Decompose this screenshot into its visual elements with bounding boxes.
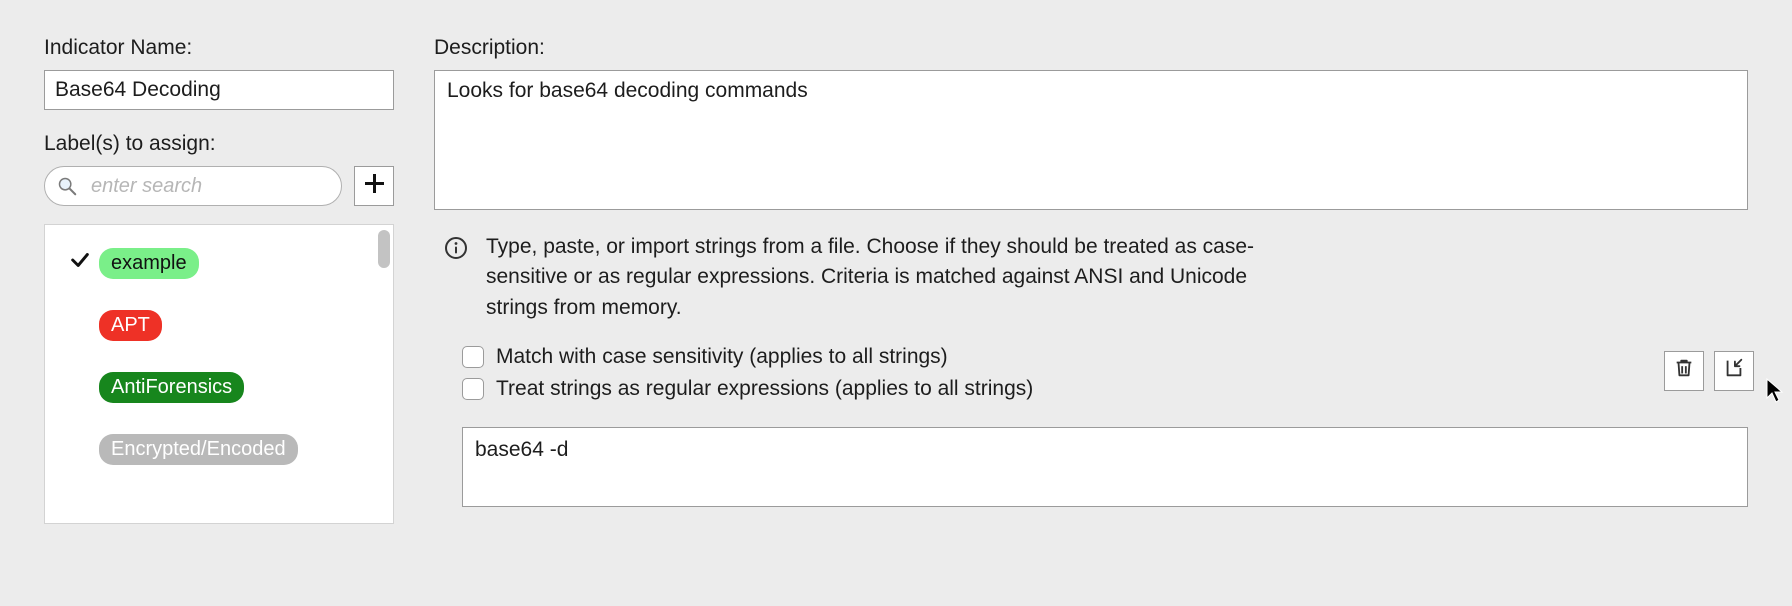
import-button[interactable]	[1714, 351, 1754, 391]
regex-option[interactable]: Treat strings as regular expressions (ap…	[462, 377, 1664, 401]
trash-icon	[1673, 357, 1695, 385]
label-pill: APT	[99, 310, 162, 341]
info-text: Type, paste, or import strings from a fi…	[486, 232, 1286, 323]
cursor-icon	[1766, 378, 1784, 404]
scrollbar[interactable]	[378, 230, 390, 268]
checkbox[interactable]	[462, 346, 484, 368]
delete-button[interactable]	[1664, 351, 1704, 391]
search-icon	[56, 175, 78, 197]
indicator-name-label: Indicator Name:	[44, 36, 394, 60]
label-pill: AntiForensics	[99, 372, 244, 403]
strings-input[interactable]: base64 -d	[462, 427, 1748, 507]
regex-label: Treat strings as regular expressions (ap…	[496, 377, 1033, 401]
description-input[interactable]	[434, 70, 1748, 210]
label-row-antiforensics[interactable]: AntiForensics	[57, 363, 381, 411]
label-pill: example	[99, 248, 199, 279]
case-sensitivity-label: Match with case sensitivity (applies to …	[496, 345, 948, 369]
label-row-encrypted[interactable]: Encrypted/Encoded	[57, 425, 381, 473]
label-pill: Encrypted/Encoded	[99, 434, 298, 465]
case-sensitivity-option[interactable]: Match with case sensitivity (applies to …	[462, 345, 1664, 369]
info-icon	[444, 236, 468, 260]
label-list[interactable]: example APT AntiForensics Encrypted/Enco…	[44, 224, 394, 524]
add-label-button[interactable]	[354, 166, 394, 206]
plus-icon	[362, 171, 386, 201]
label-row-apt[interactable]: APT	[57, 301, 381, 349]
description-label: Description:	[434, 36, 1748, 60]
indicator-name-input[interactable]	[44, 70, 394, 110]
checkmark-icon	[69, 249, 91, 277]
import-icon	[1723, 357, 1745, 385]
checkbox[interactable]	[462, 378, 484, 400]
label-search-input[interactable]	[44, 166, 342, 206]
labels-assign-label: Label(s) to assign:	[44, 132, 394, 156]
label-row-example[interactable]: example	[57, 239, 381, 287]
